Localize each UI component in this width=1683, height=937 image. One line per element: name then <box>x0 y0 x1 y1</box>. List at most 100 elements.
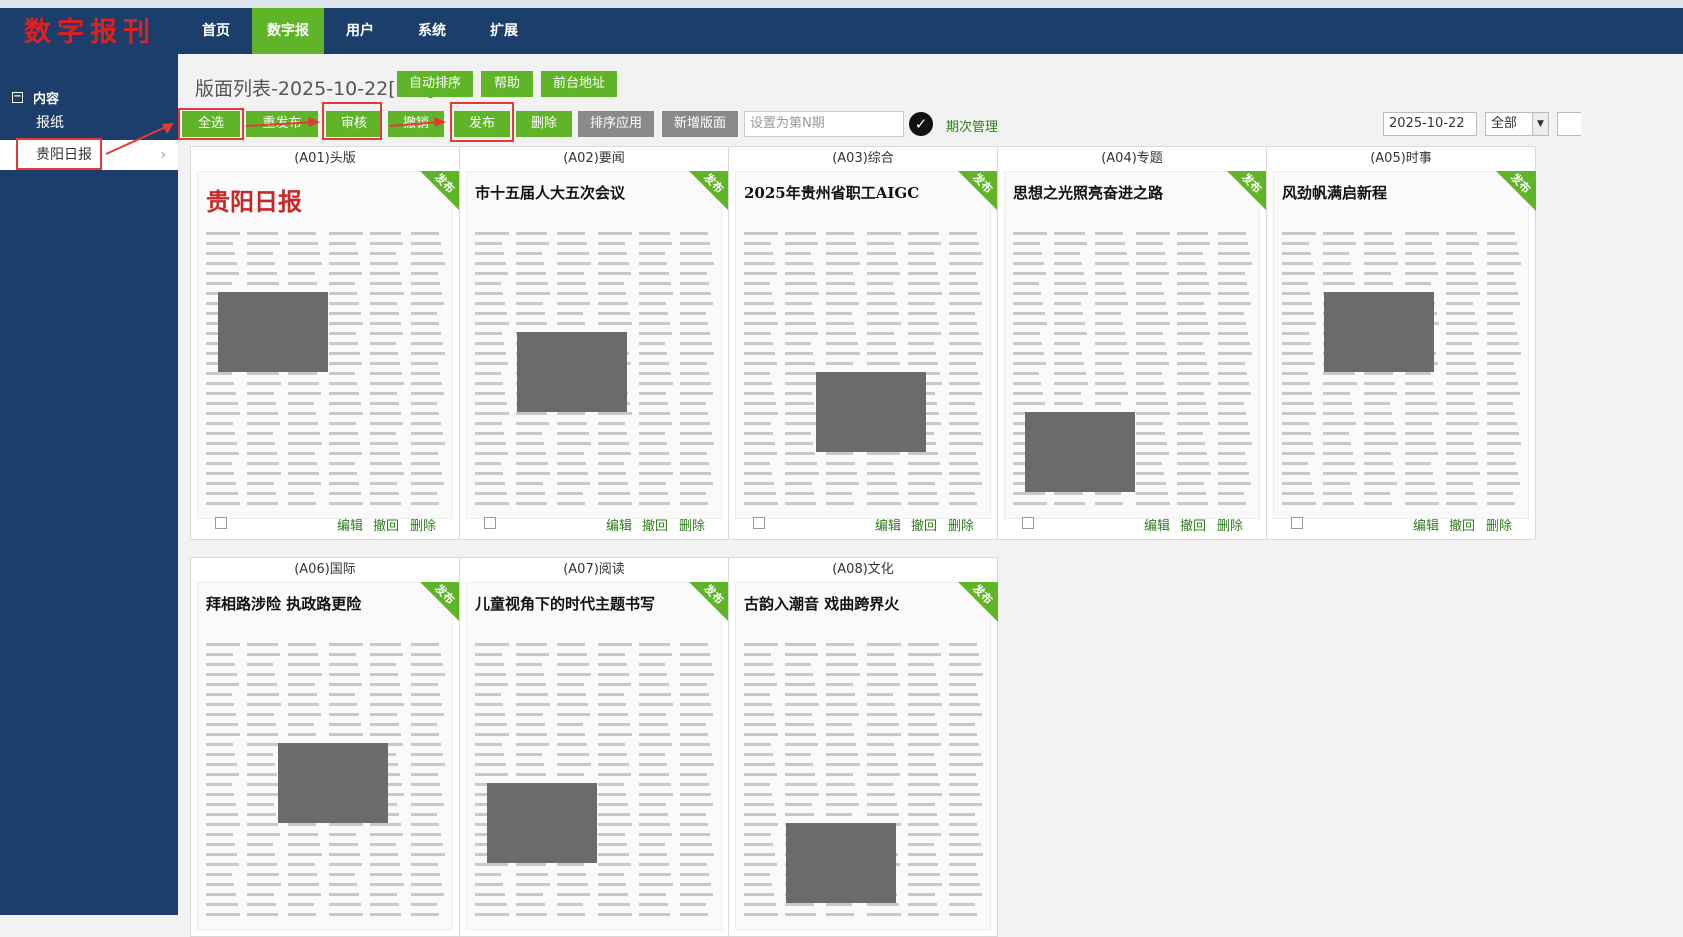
nav-item[interactable]: 扩展 <box>468 8 540 54</box>
page-thumbnail[interactable]: 儿童视角下的时代主题书写 <box>466 582 722 930</box>
text-line <box>785 352 813 355</box>
text-line <box>1323 462 1355 465</box>
delete-link[interactable]: 删除 <box>410 515 436 534</box>
text-line <box>639 242 672 245</box>
issue-manage-link[interactable]: 期次管理 <box>946 116 998 135</box>
page-card[interactable]: (A08)文化 古韵入潮音 戏曲跨界火 发布 <box>728 557 998 937</box>
withdraw-link[interactable]: 撤回 <box>1449 515 1475 534</box>
confirm-check-icon[interactable]: ✓ <box>909 112 933 136</box>
text-line <box>949 723 975 726</box>
sidebar-section-content[interactable]: − 内容 <box>12 88 59 107</box>
text-line <box>1323 272 1353 275</box>
date-input[interactable]: 2025-10-22 <box>1383 112 1477 136</box>
edit-link[interactable]: 编辑 <box>1144 515 1170 534</box>
delete-link[interactable]: 删除 <box>1486 515 1512 534</box>
text-line <box>680 452 707 455</box>
text-line <box>908 733 939 736</box>
text-line <box>1177 282 1209 285</box>
nav-item[interactable]: 系统 <box>396 8 468 54</box>
page-select-checkbox[interactable] <box>753 517 765 529</box>
text-line <box>370 312 399 315</box>
page-thumbnail[interactable]: 市十五届人大五次会议 <box>466 171 722 519</box>
text-line <box>949 893 982 896</box>
text-line <box>867 262 898 265</box>
page-card[interactable]: (A07)阅读 儿童视角下的时代主题书写 发布 <box>459 557 729 937</box>
text-line <box>288 482 321 485</box>
scope-select[interactable]: 全部 ▼ <box>1485 112 1549 136</box>
page-select-checkbox[interactable] <box>484 517 496 529</box>
delete-link[interactable]: 删除 <box>679 515 705 534</box>
withdraw-link[interactable]: 撤回 <box>911 515 937 534</box>
text-line <box>516 442 544 445</box>
text-line <box>1282 402 1314 405</box>
text-line <box>1487 482 1520 485</box>
page-card[interactable]: (A03)综合 2025年贵州省职工AIGC 发布 编辑 撤回 删除 <box>728 146 998 540</box>
text-line <box>598 863 631 866</box>
text-line <box>639 783 671 786</box>
text-line <box>1136 332 1163 335</box>
withdraw-link[interactable]: 撤回 <box>642 515 668 534</box>
page-card[interactable]: (A06)国际 拜相路涉险 执政路更险 发布 <box>190 557 460 937</box>
text-line <box>329 252 358 255</box>
text-line <box>370 482 397 485</box>
text-line <box>411 442 445 445</box>
delete-button[interactable]: 删除 <box>516 111 572 137</box>
page-card-title: (A05)时事 <box>1370 151 1432 166</box>
nav-item[interactable]: 首页 <box>180 8 252 54</box>
add-page-button[interactable]: 新增版面 <box>662 111 738 137</box>
delete-link[interactable]: 删除 <box>948 515 974 534</box>
text-line <box>288 873 317 876</box>
text-line <box>1218 372 1247 375</box>
text-line <box>680 462 709 465</box>
page-card[interactable]: (A02)要闻 市十五届人大五次会议 发布 编辑 撤回 删除 <box>459 146 729 540</box>
text-line <box>1446 452 1476 455</box>
text-line <box>744 833 771 836</box>
text-line <box>329 823 363 826</box>
page-select-checkbox[interactable] <box>215 517 227 529</box>
text-line <box>598 482 628 485</box>
page-thumbnail[interactable]: 古韵入潮音 戏曲跨界火 <box>735 582 991 930</box>
edit-link[interactable]: 编辑 <box>337 515 363 534</box>
page-thumbnail[interactable]: 贵阳日报 <box>197 171 453 519</box>
text-line <box>475 863 508 866</box>
text-line <box>744 663 773 666</box>
text-line <box>949 693 978 696</box>
text-line <box>1177 392 1204 395</box>
delete-link[interactable]: 删除 <box>1217 515 1243 534</box>
text-line <box>598 242 625 245</box>
nav-item[interactable]: 用户 <box>324 8 396 54</box>
page-card[interactable]: (A04)专题 思想之光照亮奋进之路 发布 编辑 撤回 删除 <box>997 146 1267 540</box>
text-line <box>949 472 980 475</box>
text-line <box>370 342 396 345</box>
edit-link[interactable]: 编辑 <box>875 515 901 534</box>
search-field-partial[interactable] <box>1557 112 1581 136</box>
edit-link[interactable]: 编辑 <box>606 515 632 534</box>
text-line <box>475 743 502 746</box>
withdraw-link[interactable]: 撤回 <box>1180 515 1206 534</box>
text-line <box>557 683 584 686</box>
text-line <box>1364 262 1398 265</box>
issue-number-input[interactable]: 设置为第N期 <box>744 111 904 137</box>
page-card[interactable]: (A01)头版 贵阳日报 发布 编辑 撤回 删除 <box>190 146 460 540</box>
page-select-checkbox[interactable] <box>1022 517 1034 529</box>
text-line <box>329 382 357 385</box>
page-select-checkbox[interactable] <box>1291 517 1303 529</box>
page-card[interactable]: (A05)时事 风劲帆满启新程 发布 编辑 撤回 删除 <box>1266 146 1536 540</box>
page-thumbnail[interactable]: 风劲帆满启新程 <box>1273 171 1529 519</box>
text-line <box>1177 342 1203 345</box>
text-line <box>598 262 629 265</box>
text-line <box>826 663 858 666</box>
collapse-icon[interactable]: − <box>12 92 23 103</box>
text-line <box>206 853 237 856</box>
withdraw-link[interactable]: 撤回 <box>373 515 399 534</box>
edit-link[interactable]: 编辑 <box>1413 515 1439 534</box>
sort-apply-button[interactable]: 排序应用 <box>578 111 654 137</box>
text-line <box>288 382 319 385</box>
frontend-url-button[interactable]: 前台地址 <box>541 71 617 97</box>
page-thumbnail[interactable]: 2025年贵州省职工AIGC <box>735 171 991 519</box>
text-line <box>908 723 937 726</box>
text-line <box>516 883 550 886</box>
page-thumbnail[interactable]: 思想之光照亮奋进之路 <box>1004 171 1260 519</box>
nav-item[interactable]: 数字报 <box>252 8 324 54</box>
page-thumbnail[interactable]: 拜相路涉险 执政路更险 <box>197 582 453 930</box>
